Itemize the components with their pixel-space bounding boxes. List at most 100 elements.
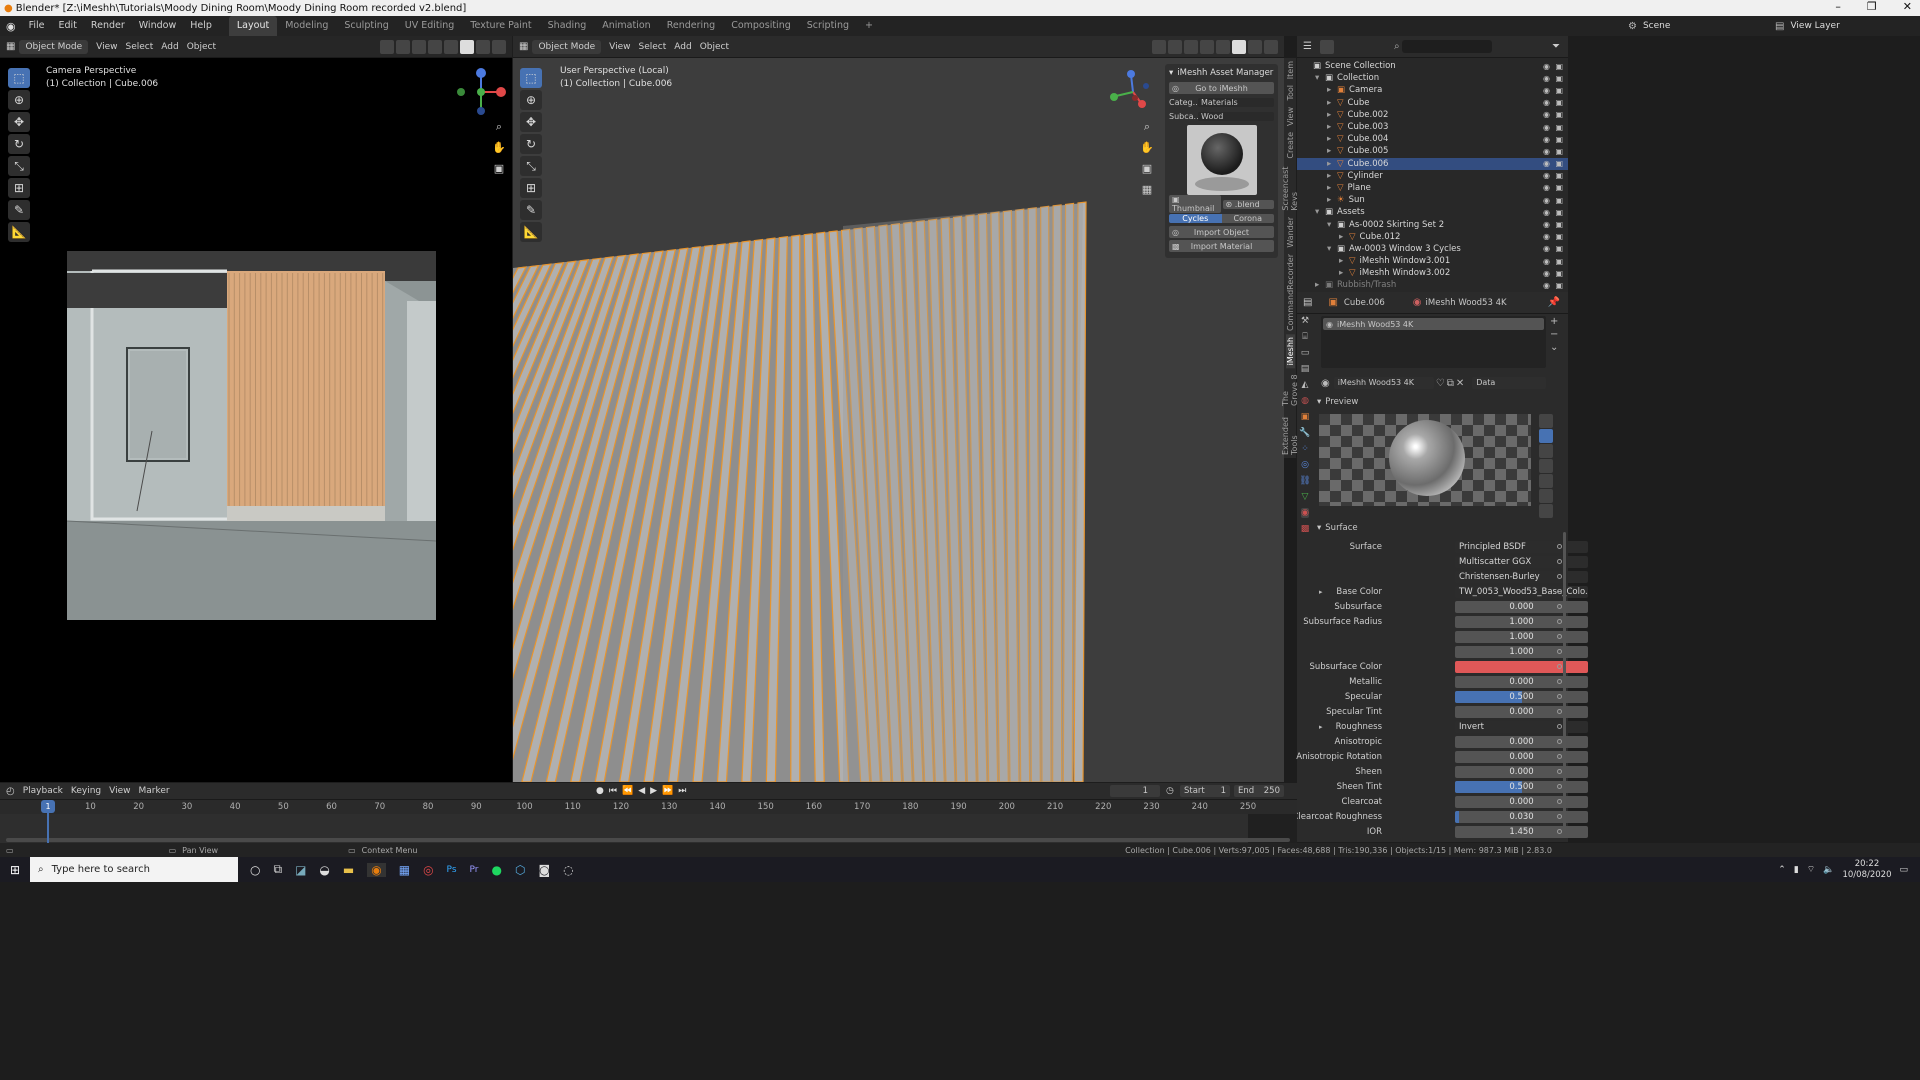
timeline-body[interactable] <box>0 814 1297 843</box>
outliner-row[interactable]: ▸ ▽ Cylinder ◉ ▣ <box>1297 170 1568 182</box>
premiere-icon[interactable]: Pr <box>470 865 479 875</box>
asset-thumbnail[interactable] <box>1186 125 1257 195</box>
main-viewport[interactable]: ▦ Object Mode View Select Add Object Use… <box>513 36 1284 782</box>
overlay-icon[interactable] <box>412 39 426 54</box>
material-datablock-name[interactable]: iMeshh Wood53 4K <box>1333 377 1434 389</box>
rotate-icon[interactable]: ↻ <box>8 134 30 154</box>
gizmo-icon[interactable] <box>396 39 410 54</box>
visibility-icon[interactable] <box>1152 39 1166 54</box>
render-camera-icon[interactable]: ▣ <box>1555 74 1563 83</box>
physics-tab-icon[interactable]: ◎ <box>1301 460 1309 470</box>
properties-scrollbar[interactable] <box>1563 532 1566 832</box>
socket-link-icon[interactable] <box>1557 649 1562 654</box>
editor-type-icon[interactable]: ▦ <box>6 41 15 52</box>
collapsed-arrow-icon[interactable]: ▸ <box>1327 195 1337 205</box>
property-dropdown[interactable]: TW_0053_Wood53_Base_Colo... <box>1455 585 1588 598</box>
collapsed-arrow-icon[interactable]: ▸ <box>1339 256 1349 266</box>
visibility-eye-icon[interactable]: ◉ <box>1543 147 1550 156</box>
sidebar-tab-view[interactable]: View <box>1286 104 1295 129</box>
visibility-eye-icon[interactable]: ◉ <box>1543 135 1550 144</box>
expand-socket-icon[interactable]: ▸ <box>1319 588 1323 596</box>
render-camera-icon[interactable]: ▣ <box>1555 147 1563 156</box>
constraints-tab-icon[interactable]: ⛓ <box>1299 476 1310 486</box>
tab-scripting[interactable]: Scripting <box>799 16 857 36</box>
blender-taskbar-icon[interactable]: ◉ <box>367 862 386 877</box>
blender-menu-icon[interactable]: ◉ <box>0 20 22 33</box>
grid-icon[interactable]: ▦ <box>1138 181 1156 199</box>
editor-type-icon[interactable]: ▤ <box>1303 297 1312 308</box>
import-material-button[interactable]: ▩ Import Material <box>1169 240 1274 252</box>
expanded-arrow-icon[interactable]: ▾ <box>1315 73 1325 83</box>
sidebar-tab-item[interactable]: Item <box>1286 58 1295 82</box>
object-mode-dropdown[interactable]: Object Mode <box>19 39 89 54</box>
visibility-eye-icon[interactable]: ◉ <box>1543 159 1550 168</box>
outliner-row[interactable]: ▸ ▽ Cube ◉ ▣ <box>1297 97 1568 109</box>
play-icon[interactable]: ▶ <box>650 786 657 796</box>
render-camera-icon[interactable]: ▣ <box>1555 98 1563 107</box>
render-camera-icon[interactable]: ▣ <box>1555 62 1563 71</box>
socket-link-icon[interactable] <box>1557 544 1562 549</box>
menu-window[interactable]: Window <box>132 16 183 36</box>
visibility-eye-icon[interactable]: ◉ <box>1543 257 1550 266</box>
socket-link-icon[interactable] <box>1557 709 1562 714</box>
outliner-row[interactable]: ▸ ▽ Plane ◉ ▣ <box>1297 182 1568 194</box>
jump-start-icon[interactable]: ⏮ <box>609 786 617 796</box>
app-icon-4[interactable]: ◙ <box>538 863 550 877</box>
subcategory-dropdown[interactable]: Wood <box>1198 111 1274 121</box>
windows-start-icon[interactable]: ⊞ <box>0 863 30 877</box>
unlink-icon[interactable]: ✕ <box>1456 378 1464 389</box>
visibility-eye-icon[interactable]: ◉ <box>1543 123 1550 132</box>
material-slot-item[interactable]: ◉ iMeshh Wood53 4K <box>1323 318 1544 330</box>
jump-end-icon[interactable]: ⏭ <box>678 786 686 796</box>
annotate-icon[interactable]: ✎ <box>8 200 30 220</box>
scene-selector[interactable]: ⚙ Scene <box>1628 16 1763 36</box>
outliner-row[interactable]: ▸ ▣ Rubbish/Trash ◉ ▣ <box>1297 279 1568 291</box>
go-to-imeshh-button[interactable]: ◎ Go to iMeshh <box>1169 82 1274 94</box>
chrome-icon[interactable]: ◎ <box>423 863 433 877</box>
notifications-icon[interactable]: ▭ <box>1899 865 1908 875</box>
visibility-eye-icon[interactable]: ◉ <box>1543 183 1550 192</box>
render-camera-icon[interactable]: ▣ <box>1555 257 1563 266</box>
collapsed-arrow-icon[interactable]: ▸ <box>1327 171 1337 181</box>
visibility-eye-icon[interactable]: ◉ <box>1543 196 1550 205</box>
scale-icon[interactable]: ⤡ <box>8 156 30 176</box>
preview-cube-icon[interactable] <box>1539 444 1553 458</box>
app-icon-3[interactable]: ⬡ <box>515 863 525 877</box>
socket-link-icon[interactable] <box>1557 694 1562 699</box>
collapsed-arrow-icon[interactable]: ▸ <box>1327 183 1337 193</box>
prev-key-icon[interactable]: ⏪ <box>622 786 633 796</box>
outliner-row[interactable]: ▣ Scene Collection ◉ ▣ <box>1297 60 1568 72</box>
outliner-row[interactable]: ▸ ▣ Camera ◉ ▣ <box>1297 84 1568 96</box>
preview-panel-header[interactable]: ▾ Preview <box>1317 396 1358 408</box>
measure-icon[interactable]: 📐 <box>8 222 30 242</box>
tab-modeling[interactable]: Modeling <box>277 16 336 36</box>
category-dropdown[interactable]: Materials <box>1198 97 1274 107</box>
outliner-row[interactable]: ▾ ▣ Collection ◉ ▣ <box>1297 72 1568 84</box>
collapsed-arrow-icon[interactable]: ▸ <box>1327 134 1337 144</box>
timeline-ruler[interactable]: 1102030405060708090100110120130140150160… <box>0 800 1297 814</box>
display-mode-icon[interactable] <box>1319 39 1334 54</box>
tool-tab-icon[interactable]: ⚒ <box>1301 316 1309 326</box>
render-camera-icon[interactable]: ▣ <box>1555 110 1563 119</box>
preview-monkey-icon[interactable] <box>1539 474 1553 488</box>
property-slider[interactable]: 0.000 <box>1455 735 1588 748</box>
outliner-row[interactable]: ▸ ▽ Cube.005 ◉ ▣ <box>1297 145 1568 157</box>
outliner-row[interactable]: ▸ ▽ Cube.012 ◉ ▣ <box>1297 231 1568 243</box>
menu-marker[interactable]: Marker <box>139 786 170 796</box>
menu-edit[interactable]: Edit <box>52 16 84 36</box>
material-shading-icon[interactable] <box>476 39 490 54</box>
visibility-eye-icon[interactable]: ◉ <box>1543 269 1550 278</box>
taskbar-search-box[interactable]: ⌕ Type here to search <box>30 857 238 882</box>
visibility-eye-icon[interactable]: ◉ <box>1543 62 1550 71</box>
pin-icon[interactable]: 📌 <box>1548 297 1560 308</box>
visibility-eye-icon[interactable]: ◉ <box>1543 220 1550 229</box>
property-slider[interactable]: 0.500 <box>1455 780 1588 793</box>
outliner-row[interactable]: ▸ ▽ Cube.004 ◉ ▣ <box>1297 133 1568 145</box>
material-shading-icon[interactable] <box>1248 39 1262 54</box>
outliner-row[interactable]: ▸ ▽ Cube.003 ◉ ▣ <box>1297 121 1568 133</box>
blend-button[interactable]: ⊛ .blend <box>1222 199 1274 209</box>
color-swatch[interactable] <box>1455 660 1588 673</box>
solid-shading-icon[interactable] <box>1232 39 1246 54</box>
tab-rendering[interactable]: Rendering <box>659 16 724 36</box>
editor-type-icon[interactable]: ◴ <box>6 786 15 797</box>
